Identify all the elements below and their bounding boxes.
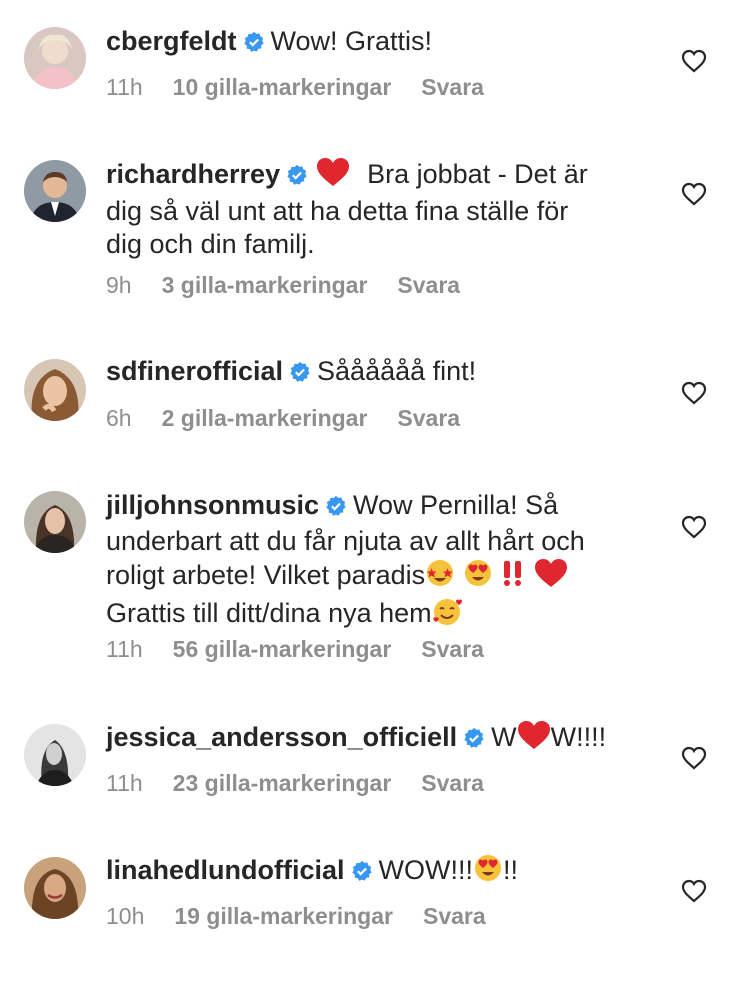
likes-count[interactable]: 3 gilla-markeringar xyxy=(162,272,368,298)
username[interactable]: jilljohnsonmusic xyxy=(106,490,319,520)
reply-button[interactable]: Svara xyxy=(421,636,484,662)
comment-body: WOW!!! xyxy=(378,855,473,885)
star-struck-emoji xyxy=(425,558,455,596)
comment-body-line: roligt arbete! Vilket paradis xyxy=(106,560,426,590)
timestamp: 10h xyxy=(106,903,145,929)
avatar[interactable] xyxy=(24,491,86,553)
reply-button[interactable]: Svara xyxy=(397,405,460,431)
timestamp: 9h xyxy=(106,272,132,298)
likes-count[interactable]: 19 gilla-markeringar xyxy=(174,903,393,929)
username[interactable]: richardherrey xyxy=(106,159,280,189)
comment-text: richardherrey Bra jobbat - Det är dig så… xyxy=(106,157,646,261)
comment-body: Bra jobbat - Det är xyxy=(367,159,588,189)
comment-meta: 11h 56 gilla-markeringar Svara xyxy=(106,636,484,663)
red-heart-emoji xyxy=(517,720,551,758)
verified-badge-icon xyxy=(463,724,485,757)
likes-count[interactable]: 56 gilla-markeringar xyxy=(173,636,392,662)
username[interactable]: sdfinerofficial xyxy=(106,356,283,386)
verified-badge-icon xyxy=(351,857,373,890)
comment-text: jilljohnsonmusic Wow Pernilla! Så underba… xyxy=(106,489,646,634)
comment-body: !! xyxy=(503,855,519,885)
comment-body: W!!!! xyxy=(550,722,607,752)
comment-meta: 6h 2 gilla-markeringar Svara xyxy=(106,405,460,432)
avatar[interactable] xyxy=(24,857,86,919)
comment-meta: 11h 23 gilla-markeringar Svara xyxy=(106,770,484,797)
heart-outline-icon[interactable] xyxy=(681,49,707,75)
timestamp: 11h xyxy=(106,74,143,100)
comment-body: W xyxy=(491,722,517,752)
heart-eyes-emoji xyxy=(473,853,503,891)
reply-button[interactable]: Svara xyxy=(421,74,484,100)
comment-meta: 10h 19 gilla-markeringar Svara xyxy=(106,903,486,930)
reply-button[interactable]: Svara xyxy=(421,770,484,796)
verified-badge-icon xyxy=(286,161,308,194)
red-heart-emoji xyxy=(316,157,350,195)
heart-outline-icon[interactable] xyxy=(681,879,707,905)
comment-body-line: dig och din familj. xyxy=(106,229,315,259)
avatar[interactable] xyxy=(24,160,86,222)
red-heart-emoji xyxy=(534,558,568,596)
avatar[interactable] xyxy=(24,27,86,89)
username[interactable]: jessica_andersson_officiell xyxy=(106,722,457,752)
heart-outline-icon[interactable] xyxy=(681,746,707,772)
timestamp: 11h xyxy=(106,636,143,662)
heart-outline-icon[interactable] xyxy=(681,515,707,541)
username[interactable]: cbergfeldt xyxy=(106,26,237,56)
likes-count[interactable]: 2 gilla-markeringar xyxy=(162,405,368,431)
comment-body: Wow Pernilla! Så xyxy=(353,490,559,520)
reply-button[interactable]: Svara xyxy=(397,272,460,298)
avatar[interactable] xyxy=(24,359,86,421)
comment-meta: 9h 3 gilla-markeringar Svara xyxy=(106,272,460,299)
comment-body-line: underbart att du får njuta av allt hårt … xyxy=(106,526,585,556)
timestamp: 11h xyxy=(106,770,143,796)
comment-body-line: dig så väl unt att ha detta fina ställe … xyxy=(106,196,569,226)
comment-text: sdfinerofficial Såååååå fint! xyxy=(106,355,646,391)
username[interactable]: linahedlundofficial xyxy=(106,855,345,885)
avatar[interactable] xyxy=(24,724,86,786)
verified-badge-icon xyxy=(289,358,311,391)
double-exclamation-emoji xyxy=(500,558,526,596)
comment-body: Såååååå fint! xyxy=(317,356,477,386)
heart-outline-icon[interactable] xyxy=(681,381,707,407)
comment-meta: 11h 10 gilla-markeringar Svara xyxy=(106,74,484,101)
timestamp: 6h xyxy=(106,405,132,431)
heart-eyes-emoji xyxy=(463,558,493,596)
verified-badge-icon xyxy=(243,28,265,61)
verified-badge-icon xyxy=(325,492,347,525)
reply-button[interactable]: Svara xyxy=(423,903,486,929)
comment-text: linahedlundofficial WOW!!!!! xyxy=(106,853,646,891)
comment-body-line: Grattis till ditt/dina nya hem xyxy=(106,598,432,628)
likes-count[interactable]: 23 gilla-markeringar xyxy=(173,770,392,796)
comment-body: Wow! Grattis! xyxy=(270,26,433,56)
comment-text: cbergfeldt Wow! Grattis! xyxy=(106,25,646,61)
likes-count[interactable]: 10 gilla-markeringar xyxy=(173,74,392,100)
comment-text: jessica_andersson_officiell W W!!!! xyxy=(106,720,646,758)
smiling-face-with-hearts-emoji xyxy=(432,596,464,634)
heart-outline-icon[interactable] xyxy=(681,182,707,208)
